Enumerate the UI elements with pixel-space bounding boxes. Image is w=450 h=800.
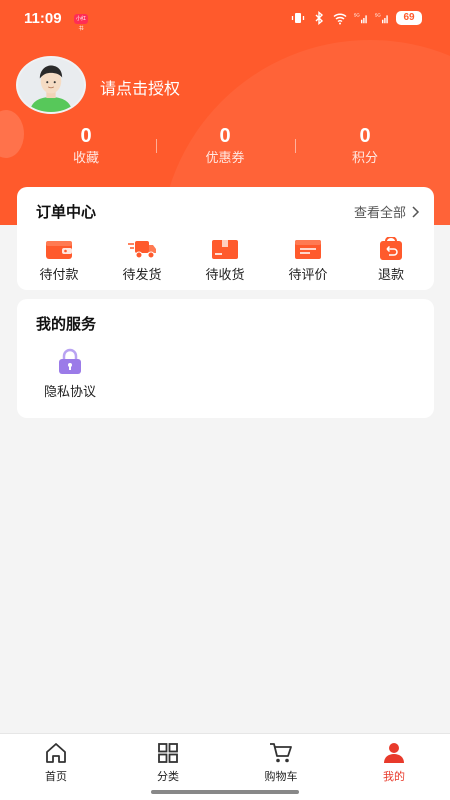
stat-value: 0	[80, 125, 92, 147]
stat-divider	[156, 139, 157, 153]
status-bar: 11:09 小红书 5G 5G 69	[0, 0, 450, 40]
truck-icon	[128, 241, 156, 259]
user-avatar[interactable]	[16, 56, 86, 114]
stat-label: 优惠券	[205, 151, 245, 166]
wifi-icon	[333, 13, 347, 25]
grid-icon	[158, 743, 178, 763]
tab-label: 分类	[157, 770, 179, 783]
signal-5g-icon: 5G	[354, 12, 367, 24]
order-label: 待付款	[39, 268, 79, 283]
order-center-title: 订单中心	[36, 203, 97, 221]
tab-label: 我的	[383, 770, 405, 783]
my-services-title: 我的服务	[36, 315, 97, 333]
order-label: 退款	[377, 268, 404, 283]
my-services-card: 我的服务 隐私协议	[17, 299, 434, 418]
vibrate-icon	[291, 13, 305, 23]
person-icon	[384, 743, 404, 763]
order-pending-receipt[interactable]: 待收货	[190, 237, 260, 283]
wallet-icon	[46, 241, 72, 259]
status-time: 11:09	[24, 10, 62, 27]
tab-label: 首页	[45, 770, 67, 783]
order-label: 待评价	[288, 268, 328, 283]
home-icon	[46, 743, 66, 763]
tab-cart[interactable]: 购物车	[241, 742, 321, 784]
app-notification-badge: 小红书	[74, 14, 88, 32]
tab-label: 购物车	[264, 770, 298, 783]
cart-icon	[270, 743, 292, 763]
order-label: 待收货	[205, 268, 245, 283]
battery-indicator: 69	[396, 11, 422, 25]
svg-text:5G: 5G	[375, 12, 381, 17]
stat-coupons[interactable]: 0 优惠券	[170, 124, 280, 168]
stat-points[interactable]: 0 积分	[310, 124, 420, 168]
order-pending-payment[interactable]: 待付款	[24, 237, 94, 283]
service-privacy-policy[interactable]: 隐私协议	[35, 348, 105, 400]
user-avatar-icon	[18, 58, 84, 112]
status-icons: 5G 5G 69	[291, 11, 422, 25]
tab-home[interactable]: 首页	[16, 742, 96, 784]
order-pending-shipment[interactable]: 待发货	[107, 237, 177, 283]
signal-5g-icon: 5G	[375, 12, 388, 24]
bluetooth-icon	[315, 11, 324, 25]
stat-label: 收藏	[72, 151, 99, 166]
view-all-label: 查看全部	[353, 206, 406, 221]
service-label: 隐私协议	[43, 385, 96, 400]
chevron-right-icon	[412, 205, 420, 218]
view-all-orders-link[interactable]: 查看全部	[354, 202, 420, 221]
stat-value: 0	[219, 125, 231, 147]
package-icon	[212, 240, 238, 259]
stat-divider	[295, 139, 296, 153]
stat-value: 0	[359, 125, 371, 147]
stats-row: 0 收藏 0 优惠券 0 积分	[0, 124, 450, 172]
authorize-login-link[interactable]: 请点击授权	[100, 75, 180, 99]
stat-label: 积分	[351, 151, 378, 166]
stat-favorites[interactable]: 0 收藏	[31, 124, 141, 168]
tab-category[interactable]: 分类	[128, 742, 208, 784]
order-pending-review[interactable]: 待评价	[273, 237, 343, 283]
order-center-card: 订单中心 查看全部 待付款 待发货 待收货 待评价 退款	[17, 187, 434, 290]
svg-text:5G: 5G	[354, 12, 360, 17]
review-icon	[295, 240, 321, 259]
tab-mine[interactable]: 我的	[354, 742, 434, 784]
order-label: 待发货	[122, 268, 162, 283]
home-indicator	[151, 790, 299, 794]
refund-icon	[380, 237, 402, 260]
order-refund[interactable]: 退款	[356, 237, 426, 283]
lock-icon	[59, 348, 81, 374]
